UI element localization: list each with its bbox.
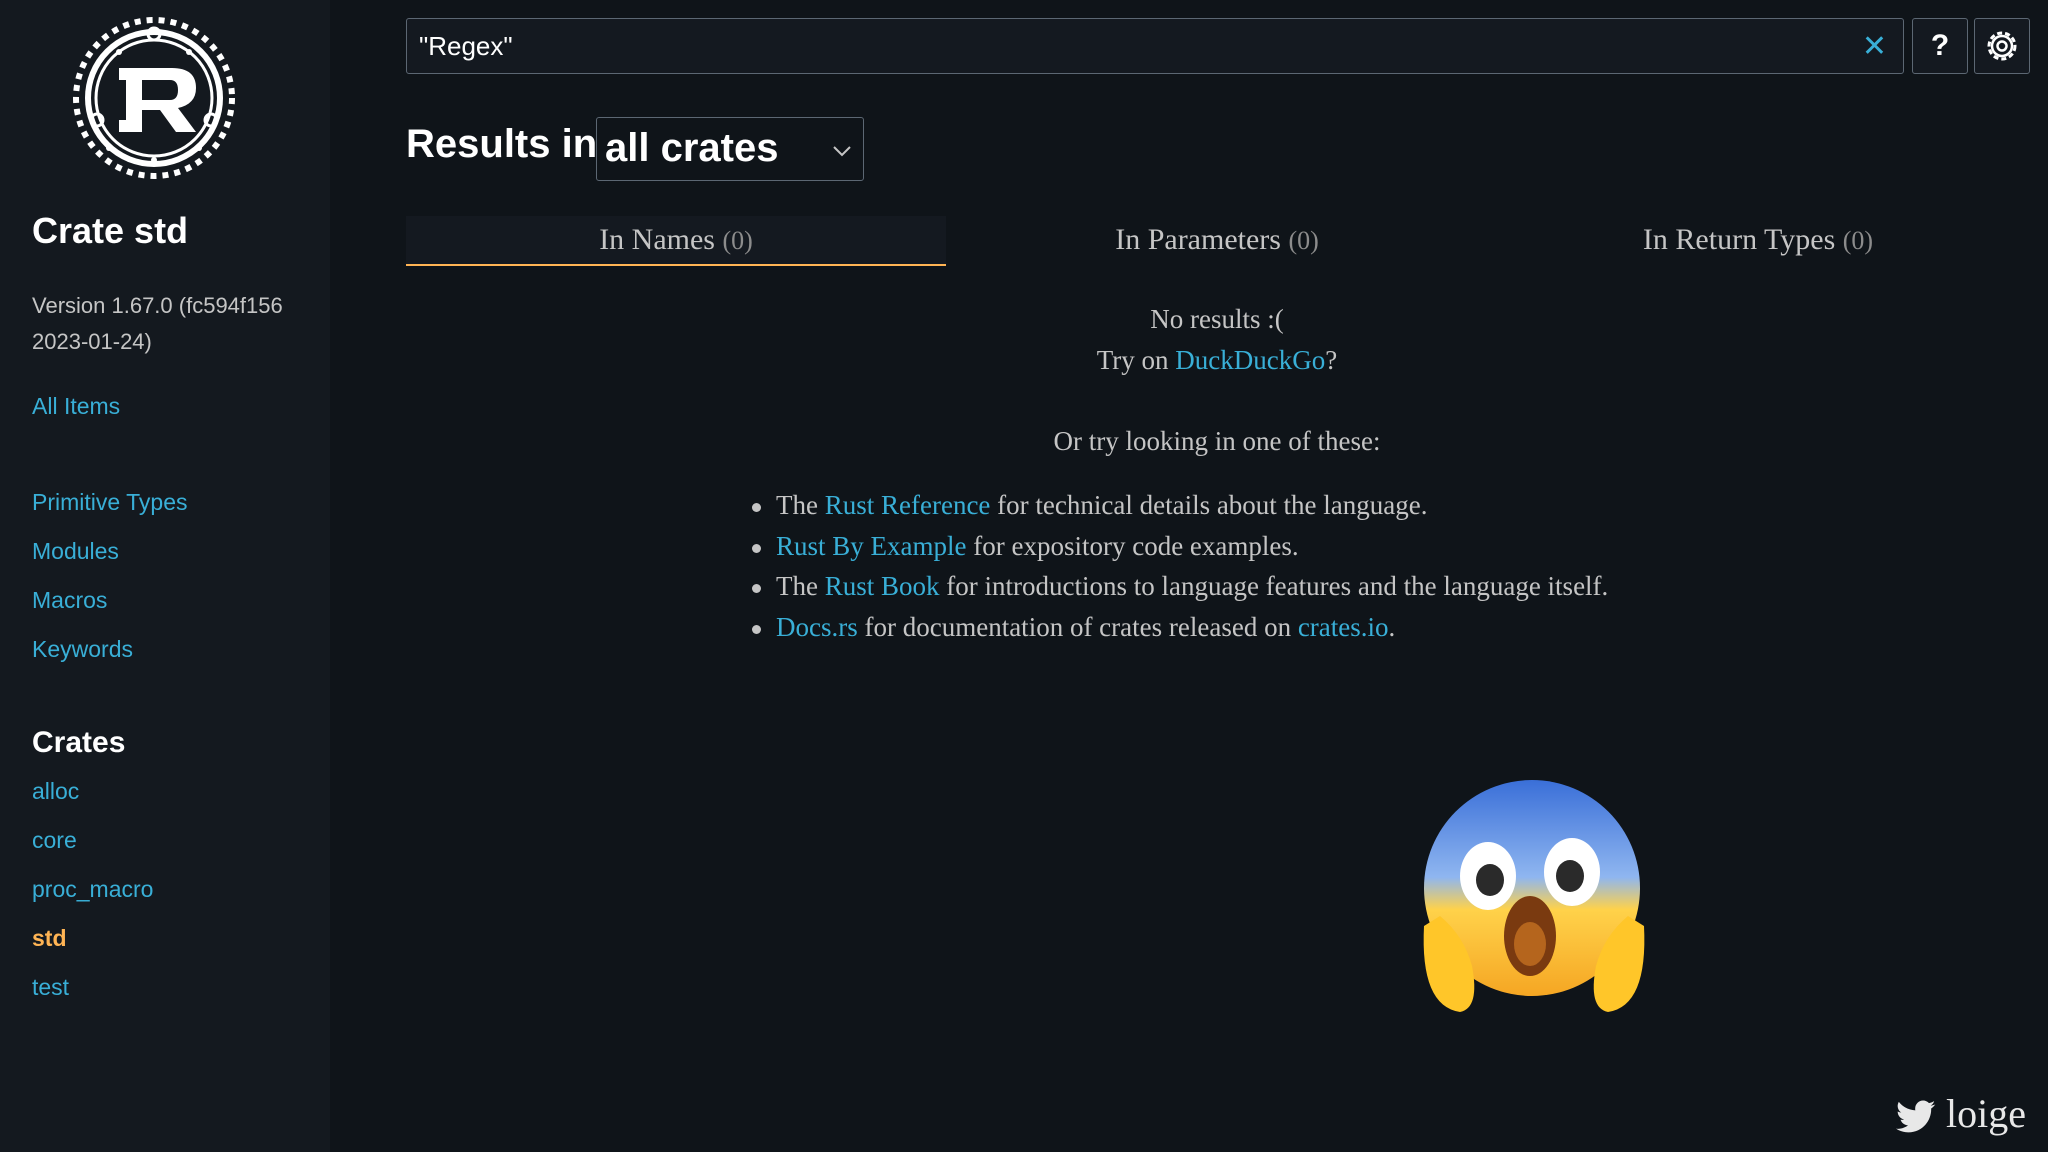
rust-reference-link[interactable]: Rust Reference	[825, 490, 991, 520]
suggestion-text: for introductions to language features a…	[939, 571, 1609, 601]
search-query[interactable]: "Regex"	[419, 31, 513, 62]
tab-in-return-types[interactable]: In Return Types (0)	[1488, 216, 2028, 264]
no-results-message: No results :(	[1150, 304, 1284, 334]
crate-link-test[interactable]: test	[32, 974, 69, 1001]
try-on-line: Try on DuckDuckGo?	[406, 345, 2028, 376]
tab-label: In Parameters	[1115, 223, 1281, 256]
suggestion-text: for technical details about the language…	[990, 490, 1428, 520]
try-on-prefix: Try on	[1096, 345, 1176, 375]
duckduckgo-link[interactable]: DuckDuckGo	[1175, 345, 1325, 375]
or-try-message: Or try looking in one of these:	[1053, 426, 1381, 456]
crates-heading: Crates	[32, 726, 126, 759]
crate-filter-select[interactable]: all crates	[596, 117, 864, 181]
list-item: Rust By Example for expository code exam…	[752, 531, 1608, 572]
suggestion-text: for expository code examples.	[966, 530, 1299, 561]
help-button[interactable]: ?	[1912, 18, 1968, 74]
tab-count: (0)	[722, 226, 753, 255]
crate-link-std[interactable]: std	[32, 925, 67, 952]
rust-by-example-link[interactable]: Rust By Example	[776, 531, 967, 561]
rust-book-link[interactable]: Rust Book	[825, 571, 940, 601]
suggestion-list: The Rust Reference for technical details…	[752, 490, 1608, 652]
list-item: The Rust Book for introductions to langu…	[752, 571, 1608, 612]
list-item: Docs.rs for documentation of crates rele…	[752, 612, 1608, 653]
watermark-text: loige	[1946, 1091, 2026, 1136]
gear-icon	[1987, 31, 2017, 61]
bullet	[752, 503, 761, 512]
settings-button[interactable]	[1974, 18, 2030, 74]
twitter-bird-icon	[1896, 1100, 1936, 1133]
tab-count: (0)	[1842, 226, 1874, 255]
close-icon[interactable]: ✕	[1862, 29, 1887, 64]
crate-filter-value: all crates	[605, 126, 779, 170]
search-input[interactable]: "Regex" ✕	[406, 18, 1904, 74]
tab-in-names[interactable]: In Names (0)	[406, 216, 946, 266]
results-heading: Results in	[406, 122, 598, 166]
crate-link-proc-macro[interactable]: proc_macro	[32, 876, 153, 903]
sidebar-item-primitive-types[interactable]: Primitive Types	[32, 489, 188, 516]
suggestion-text: .	[1388, 611, 1396, 642]
sidebar-item-macros[interactable]: Macros	[32, 587, 107, 614]
sidebar-item-modules[interactable]: Modules	[32, 538, 119, 565]
list-item: The Rust Reference for technical details…	[752, 490, 1608, 531]
tab-in-parameters[interactable]: In Parameters (0)	[947, 216, 1487, 264]
tab-label: In Return Types	[1642, 223, 1836, 256]
docs-rs-link[interactable]: Docs.rs	[776, 612, 858, 642]
crate-link-alloc[interactable]: alloc	[32, 778, 79, 805]
all-items-link[interactable]: All Items	[32, 393, 120, 420]
try-on-suffix: ?	[1325, 345, 1338, 375]
crates-io-link[interactable]: crates.io	[1298, 612, 1389, 642]
tab-count: (0)	[1288, 226, 1319, 255]
sidebar: Crate std Version 1.67.0 (fc594f156 2023…	[0, 0, 330, 1152]
suggestion-text: The	[776, 571, 825, 601]
help-label: ?	[1930, 29, 1950, 62]
suggestion-text: for documentation of crates released on	[857, 611, 1298, 642]
sidebar-item-keywords[interactable]: Keywords	[32, 636, 133, 663]
screaming-face-emoji-icon	[1423, 780, 1645, 1012]
tab-label: In Names	[599, 223, 715, 256]
bullet	[752, 624, 761, 634]
suggestion-text: The	[776, 490, 825, 520]
rust-logo-icon[interactable]	[64, 8, 244, 188]
bullet	[752, 543, 761, 553]
crate-title[interactable]: Crate std	[32, 210, 188, 252]
chevron-down-icon	[833, 146, 851, 157]
bullet	[752, 584, 761, 593]
crate-link-core[interactable]: core	[32, 827, 77, 854]
version-info: Version 1.67.0 (fc594f156 2023-01-24)	[32, 293, 283, 354]
